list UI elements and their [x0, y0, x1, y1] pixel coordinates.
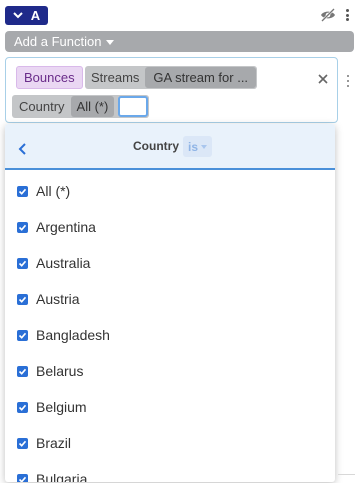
list-item[interactable]: Austria	[17, 289, 80, 309]
list-item-label: Bangladesh	[36, 327, 110, 343]
series-letter: A	[30, 8, 41, 23]
streams-label: Streams	[91, 70, 140, 85]
checkbox-checked-icon[interactable]	[17, 329, 28, 341]
list-item[interactable]: Belarus	[17, 361, 83, 381]
metric-label: Bounces	[24, 70, 75, 85]
caret-down-icon	[201, 144, 208, 149]
list-item[interactable]: Bangladesh	[17, 325, 110, 345]
operator-label: is	[188, 139, 199, 154]
list-item[interactable]: Brazil	[17, 433, 71, 453]
checkbox-checked-icon[interactable]	[17, 221, 28, 233]
checkbox-checked-icon[interactable]	[17, 185, 28, 197]
filter-value[interactable]: All (*)	[70, 96, 115, 117]
row-menu-icon[interactable]	[345, 75, 351, 87]
country-dropdown: Country is All (*) Argentina Australia Aust…	[5, 124, 335, 482]
dropdown-title: Country	[133, 139, 179, 153]
list-item[interactable]: Argentina	[17, 217, 96, 237]
checkbox-checked-icon[interactable]	[17, 473, 28, 482]
list-item[interactable]: Bulgaria	[17, 469, 87, 482]
country-filter-chip[interactable]: Country All (*)	[12, 95, 150, 118]
list-item-label: Argentina	[36, 219, 96, 235]
add-function-button[interactable]: Add a Function	[5, 31, 354, 52]
series-header-row: A	[0, 0, 355, 30]
checkbox-checked-icon[interactable]	[17, 365, 28, 377]
metric-chip[interactable]: Bounces	[16, 66, 83, 89]
checkbox-checked-icon[interactable]	[17, 401, 28, 413]
close-icon[interactable]	[317, 72, 329, 84]
chevron-left-icon[interactable]	[18, 142, 28, 155]
list-item[interactable]: Australia	[17, 253, 90, 273]
caret-down-icon	[106, 39, 115, 45]
add-function-label: Add a Function	[14, 34, 102, 49]
divider	[338, 474, 355, 475]
operator-select[interactable]: is	[183, 136, 213, 157]
streams-value[interactable]: GA stream for ...	[145, 67, 257, 88]
list-item-label: All (*)	[36, 183, 71, 199]
checkbox-checked-icon[interactable]	[17, 437, 28, 449]
checkbox-checked-icon[interactable]	[17, 257, 28, 269]
series-toggle-badge[interactable]: A	[5, 6, 48, 25]
kebab-menu-icon[interactable]	[343, 8, 351, 22]
list-item[interactable]: All (*)	[17, 181, 70, 201]
list-item[interactable]: Belgium	[17, 397, 87, 417]
filter-field-label: Country	[19, 99, 65, 114]
streams-chip[interactable]: Streams GA stream for ...	[85, 66, 258, 89]
chevron-down-icon	[13, 12, 23, 19]
list-item-label: Belarus	[36, 363, 84, 379]
list-item-label: Austria	[36, 291, 80, 307]
list-item-label: Bulgaria	[36, 471, 88, 482]
list-item-label: Brazil	[36, 435, 72, 451]
filter-value-input[interactable]	[118, 96, 149, 117]
query-builder: Bounces Streams GA stream for ... Countr…	[5, 57, 338, 123]
eye-off-icon[interactable]	[320, 8, 336, 22]
dropdown-header: Country is	[5, 124, 335, 170]
checkbox-checked-icon[interactable]	[17, 293, 28, 305]
list-item-label: Belgium	[36, 399, 87, 415]
list-item-label: Australia	[36, 255, 91, 271]
